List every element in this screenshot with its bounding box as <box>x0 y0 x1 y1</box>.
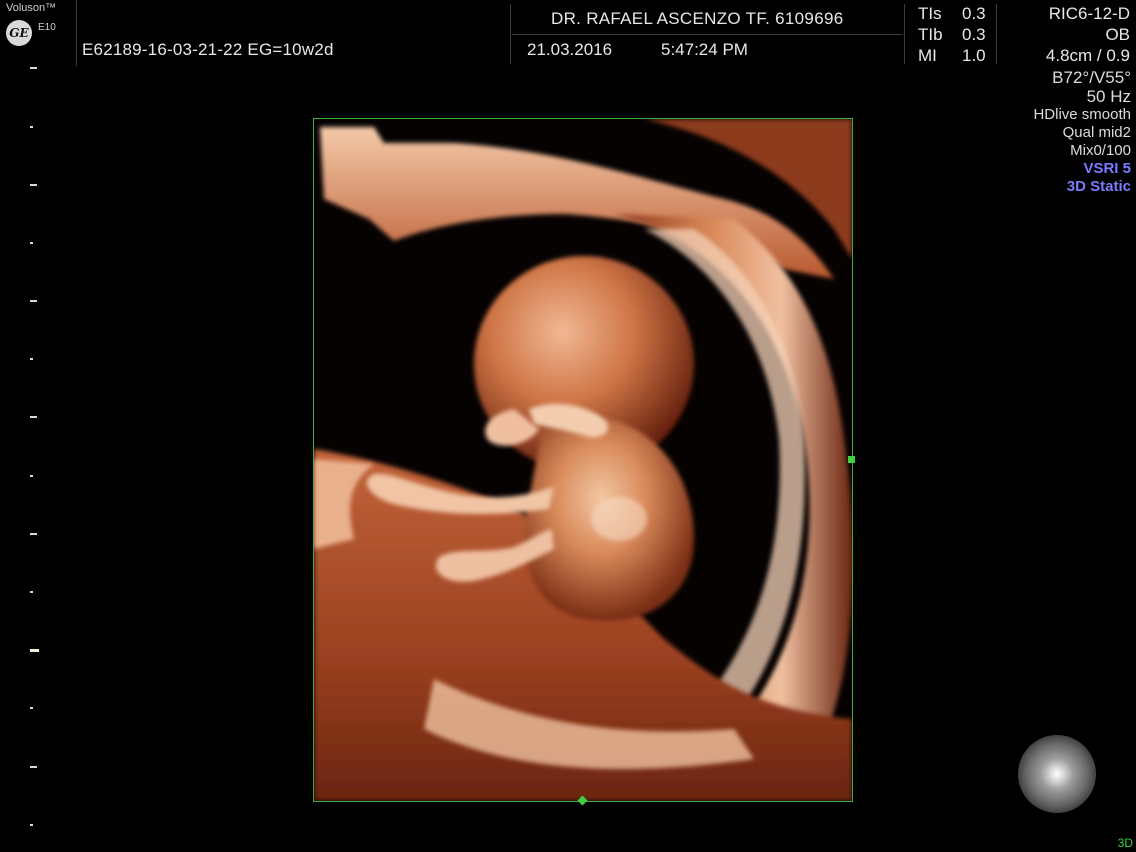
depth-tick <box>30 533 37 535</box>
safety-label: TIs <box>918 4 942 23</box>
depth-tick <box>30 824 33 826</box>
safety-row-tib: TIb 0.3 <box>918 24 986 45</box>
model-label: E10 <box>38 22 56 33</box>
divider <box>510 4 511 64</box>
safety-indices: TIs 0.3 TIb 0.3 MI 1.0 <box>918 3 986 66</box>
probe-info: RIC6-12-D OB 4.8cm / 0.9 <box>1046 3 1130 66</box>
safety-row-tis: TIs 0.3 <box>918 3 986 24</box>
safety-row-mi: MI 1.0 <box>918 45 986 66</box>
depth-tick <box>30 475 33 477</box>
safety-label: MI <box>918 46 937 65</box>
logo-area: Voluson™ GE E10 <box>0 0 77 66</box>
quality-readout: Qual mid2 <box>1062 124 1131 141</box>
depth-tick <box>30 67 37 69</box>
depth-tick <box>30 126 33 128</box>
depth-readout: 4.8cm / 0.9 <box>1045 46 1130 65</box>
divider <box>996 4 997 64</box>
depth-tick <box>30 242 33 244</box>
doctor-label: DR. RAFAEL ASCENZO TF. 6109696 <box>551 9 844 28</box>
render-roi-box[interactable] <box>313 118 853 802</box>
safety-value: 0.3 <box>962 4 986 23</box>
depth-tick <box>30 300 37 302</box>
divider <box>904 4 905 64</box>
mode-indicator: 3D <box>1117 836 1133 850</box>
divider <box>512 34 902 35</box>
depth-tick <box>30 184 37 186</box>
depth-tick <box>30 416 37 418</box>
header-bar: Voluson™ GE E10 E62189-16-03-21-22 EG=10… <box>0 0 1136 66</box>
focus-marker <box>30 649 39 652</box>
vsri-readout: VSRI 5 <box>1083 160 1131 177</box>
depth-tick <box>30 766 37 768</box>
safety-value: 0.3 <box>962 25 986 44</box>
frequency-readout: 50 Hz <box>1086 87 1131 106</box>
render-mode-readout: HDlive smooth <box>1033 106 1131 123</box>
ge-logo-icon: GE <box>6 20 32 46</box>
brand-label: Voluson™ <box>6 2 57 14</box>
exam-date: 21.03.2016 <box>527 40 613 59</box>
application-preset: OB <box>1105 25 1130 44</box>
depth-tick <box>30 358 33 360</box>
depth-tick <box>30 591 33 593</box>
mode-readout: 3D Static <box>1066 178 1131 195</box>
depth-tick <box>30 707 33 709</box>
exam-time: 5:47:24 PM <box>661 40 748 59</box>
light-source-sphere-icon[interactable] <box>1018 735 1096 813</box>
probe-name: RIC6-12-D <box>1048 4 1130 23</box>
roi-resize-handle-right[interactable] <box>848 456 855 463</box>
fetal-3d-render <box>314 119 852 801</box>
angle-readout: B72°/V55° <box>1052 68 1131 87</box>
acquisition-info-panel: B72°/V55° 50 Hz HDlive smooth Qual mid2 … <box>1033 68 1131 196</box>
patient-id: E62189-16-03-21-22 EG=10w2d <box>82 40 334 59</box>
safety-label: TIb <box>918 25 943 44</box>
mix-readout: Mix0/100 <box>1070 142 1131 159</box>
safety-value: 1.0 <box>962 46 986 65</box>
